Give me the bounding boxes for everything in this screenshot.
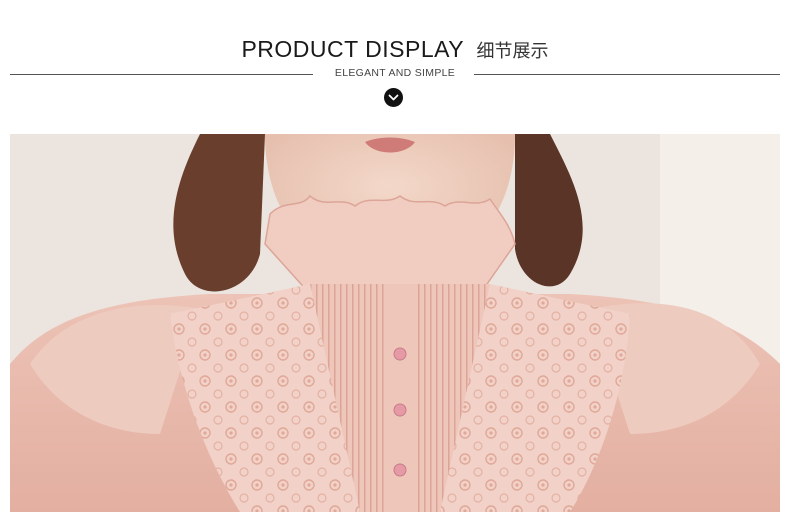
product-photo: [10, 134, 780, 512]
divider-right: [474, 74, 780, 75]
page-title: PRODUCT DISPLAY: [241, 36, 465, 62]
chevron-down-icon: [384, 88, 403, 107]
title-row: PRODUCT DISPLAY 细节展示: [0, 36, 790, 63]
page-title-chinese: 细节展示: [476, 40, 549, 62]
page-header: PRODUCT DISPLAY 细节展示 ELEGANT AND SIMPLE: [0, 0, 790, 130]
page-subtitle: ELEGANT AND SIMPLE: [334, 67, 456, 79]
